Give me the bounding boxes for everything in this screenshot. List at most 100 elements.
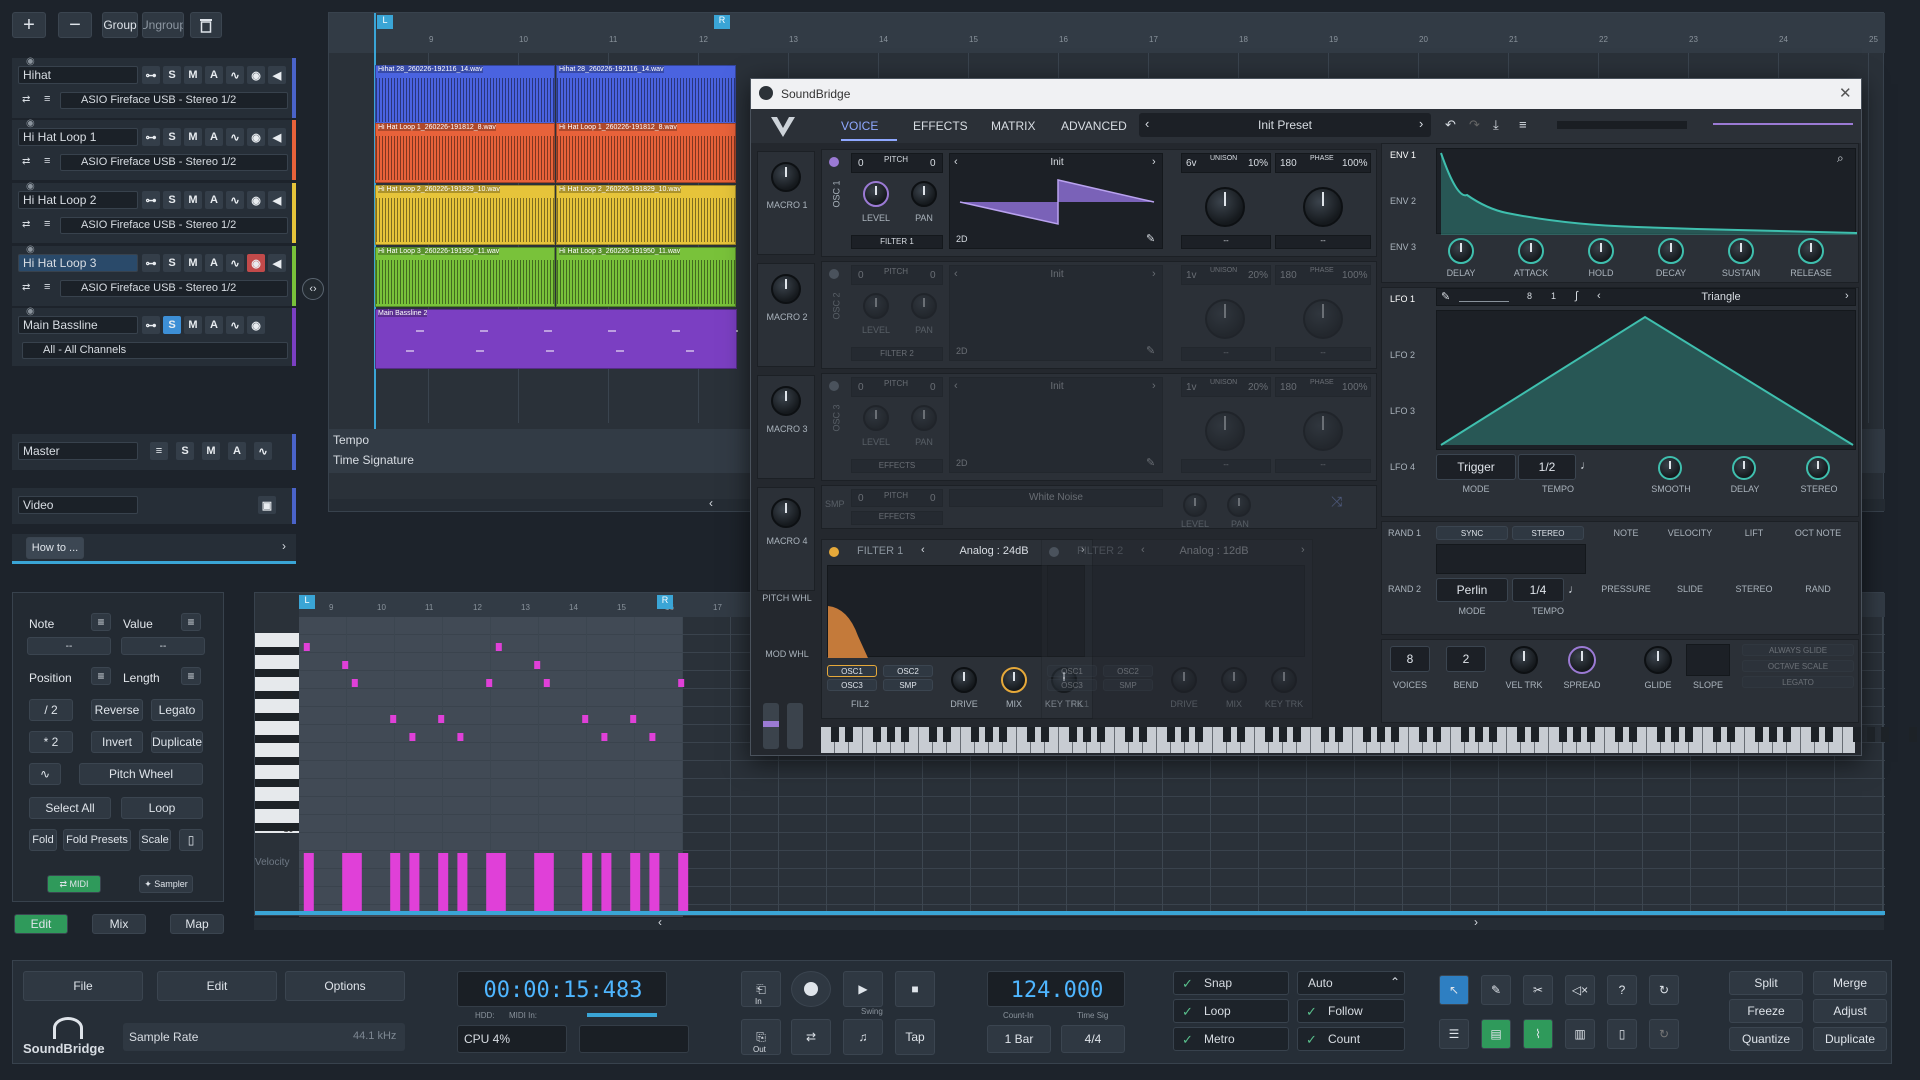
loop-start-marker[interactable]: L	[377, 15, 393, 29]
audio-clip[interactable]: Hi Hat Loop 3_260226-191950_11.wav	[375, 247, 556, 307]
phase-random[interactable]: 100%	[1342, 270, 1368, 281]
velocity-bar[interactable]	[495, 853, 506, 911]
envelope-icon[interactable]: ∿	[226, 316, 244, 334]
wavetable-display[interactable]: ‹ Init › 2D ✎	[949, 377, 1163, 473]
invert-button[interactable]: Invert	[91, 731, 143, 753]
osc-transpose[interactable]: 0	[858, 382, 864, 393]
record-arm-icon[interactable]: ◉	[247, 316, 265, 334]
pr-scroll-right-icon[interactable]: ›	[1474, 915, 1478, 929]
filter-response-display[interactable]	[1047, 565, 1305, 657]
envelope-icon[interactable]: ∿	[226, 128, 244, 146]
sample-rate-field[interactable]: Sample Rate 44.1 kHz	[123, 1023, 405, 1051]
unison-detune-knob[interactable]	[1205, 299, 1245, 339]
phase-mode[interactable]: --	[1275, 347, 1371, 361]
redo-button[interactable]: ↻	[1649, 1019, 1679, 1049]
input-icon[interactable]: ⇄	[22, 282, 30, 293]
master-level-slider[interactable]	[587, 1013, 657, 1017]
black-key[interactable]	[1783, 727, 1791, 742]
velocity-bar[interactable]	[534, 853, 545, 911]
macro-knob[interactable]	[771, 162, 801, 192]
black-key[interactable]	[1041, 727, 1049, 742]
note-menu-icon[interactable]: ≡	[91, 613, 111, 631]
note[interactable]	[486, 679, 493, 687]
filter-next-icon[interactable]: ›	[1301, 544, 1305, 556]
mod-source[interactable]: SLIDE	[1662, 584, 1718, 594]
pencil-icon[interactable]: ✎	[1441, 290, 1450, 303]
pr-loop-end[interactable]: R	[657, 595, 673, 609]
mute-button[interactable]: M	[184, 316, 202, 334]
lfo-grid-x[interactable]: 8	[1527, 291, 1532, 301]
trash-icon[interactable]: ▯	[179, 829, 203, 851]
midi-mode-button[interactable]: ⇄ MIDI	[47, 875, 101, 893]
track-io-select[interactable]: ASIO Fireface USB - Stereo 1/2	[60, 280, 288, 297]
osc-level-knob[interactable]	[863, 181, 889, 207]
envelope-knob[interactable]	[1518, 238, 1544, 264]
velocity-bar[interactable]	[649, 853, 660, 911]
track-io-select[interactable]: ASIO Fireface USB - Stereo 1/2	[60, 92, 288, 109]
velocity-bar[interactable]	[601, 853, 612, 911]
pitch-wheel-icon[interactable]: ∿	[29, 763, 61, 785]
automation-button[interactable]: A	[205, 254, 223, 272]
menu-icon[interactable]: ≡	[1519, 117, 1527, 132]
track-header[interactable]: ◉ Hi Hat Loop 1 ⊶ S M A ∿ ◉ ◀ ⇄ ≡ ASIO Fireface USB…	[12, 118, 296, 180]
phase-value[interactable]: 180	[1280, 270, 1297, 281]
chevron-right-icon[interactable]: ›	[282, 539, 286, 553]
black-key[interactable]	[1139, 727, 1147, 742]
mute-button[interactable]: M	[184, 128, 202, 146]
mute-button[interactable]: M	[184, 254, 202, 272]
unison-mode[interactable]: --	[1181, 235, 1271, 249]
metronome-sound-button[interactable]: ♫	[843, 1019, 883, 1055]
phase-value[interactable]: 180	[1280, 382, 1297, 393]
black-key[interactable]	[1279, 727, 1287, 742]
device-view-button[interactable]: ▯	[1607, 1019, 1637, 1049]
sampler-pan-knob[interactable]	[1227, 493, 1251, 517]
options-menu[interactable]: Options	[285, 971, 405, 1001]
pointer-tool[interactable]: ↖	[1439, 975, 1469, 1005]
osc-transpose[interactable]: 0	[858, 158, 864, 169]
osc-level-knob[interactable]	[863, 405, 889, 431]
unison-voices[interactable]: 1v	[1186, 270, 1197, 281]
position-menu-icon[interactable]: ≡	[91, 667, 111, 685]
black-key[interactable]	[831, 727, 839, 742]
unison-detune[interactable]: 20%	[1248, 270, 1268, 281]
track-name[interactable]: Hi Hat Loop 2	[18, 191, 138, 209]
filter-route-button[interactable]: OSC2	[1103, 665, 1153, 677]
filter-knob[interactable]	[1171, 667, 1197, 693]
note[interactable]	[649, 733, 656, 741]
freeze-button[interactable]: Freeze	[1729, 999, 1803, 1023]
black-key[interactable]	[971, 727, 979, 742]
octave-scale-toggle[interactable]: OCTAVE SCALE	[1742, 660, 1854, 672]
slope-display[interactable]	[1686, 644, 1730, 676]
osc-enable-toggle[interactable]	[829, 381, 839, 391]
track-io-select[interactable]: ASIO Fireface USB - Stereo 1/2	[60, 217, 288, 234]
tab-matrix[interactable]: MATRIX	[991, 119, 1035, 133]
keyboard-view-button[interactable]: ▥	[1565, 1019, 1595, 1049]
unison-detune[interactable]: 20%	[1248, 382, 1268, 393]
osc-pan-knob[interactable]	[911, 181, 937, 207]
rand-style-select[interactable]: Perlin	[1436, 578, 1508, 602]
count-in-select[interactable]: 1 Bar	[987, 1025, 1051, 1053]
tab-rand-2[interactable]: RAND 2	[1388, 584, 1421, 594]
wavetable-display[interactable]: ‹ Init › 2D ✎	[949, 265, 1163, 361]
redo-icon[interactable]: ↷	[1469, 117, 1480, 133]
black-key[interactable]	[1377, 727, 1385, 742]
filter-route-button[interactable]: OSC1	[827, 665, 877, 677]
spectral-morph-knob[interactable]	[1303, 187, 1343, 227]
legato-toggle[interactable]: LEGATO	[1742, 676, 1854, 688]
metro-toggle[interactable]: ✓ Metro	[1173, 1027, 1289, 1051]
spectral-morph-knob[interactable]	[1303, 299, 1343, 339]
automation-view-button[interactable]: ⌇	[1523, 1019, 1553, 1049]
filter-knob[interactable]	[1221, 667, 1247, 693]
rand-tempo-select[interactable]: 1/4	[1512, 578, 1564, 602]
envelope-knob[interactable]	[1658, 238, 1684, 264]
lfo-smooth-shape-icon[interactable]	[1459, 290, 1509, 302]
sampler-tune[interactable]: 0	[930, 493, 936, 504]
unison-voices[interactable]: 1v	[1186, 382, 1197, 393]
audio-clip[interactable]: Main Bassline 2	[375, 309, 738, 369]
envelope-display[interactable]: ⌕	[1436, 148, 1858, 235]
delete-track-button[interactable]	[190, 12, 222, 38]
audio-clip[interactable]: Hihat 28_260226-192116_14.wav	[556, 65, 737, 125]
note[interactable]	[351, 679, 358, 687]
video-icon[interactable]: ▣	[258, 496, 276, 514]
phase-value[interactable]: 180	[1280, 158, 1297, 169]
